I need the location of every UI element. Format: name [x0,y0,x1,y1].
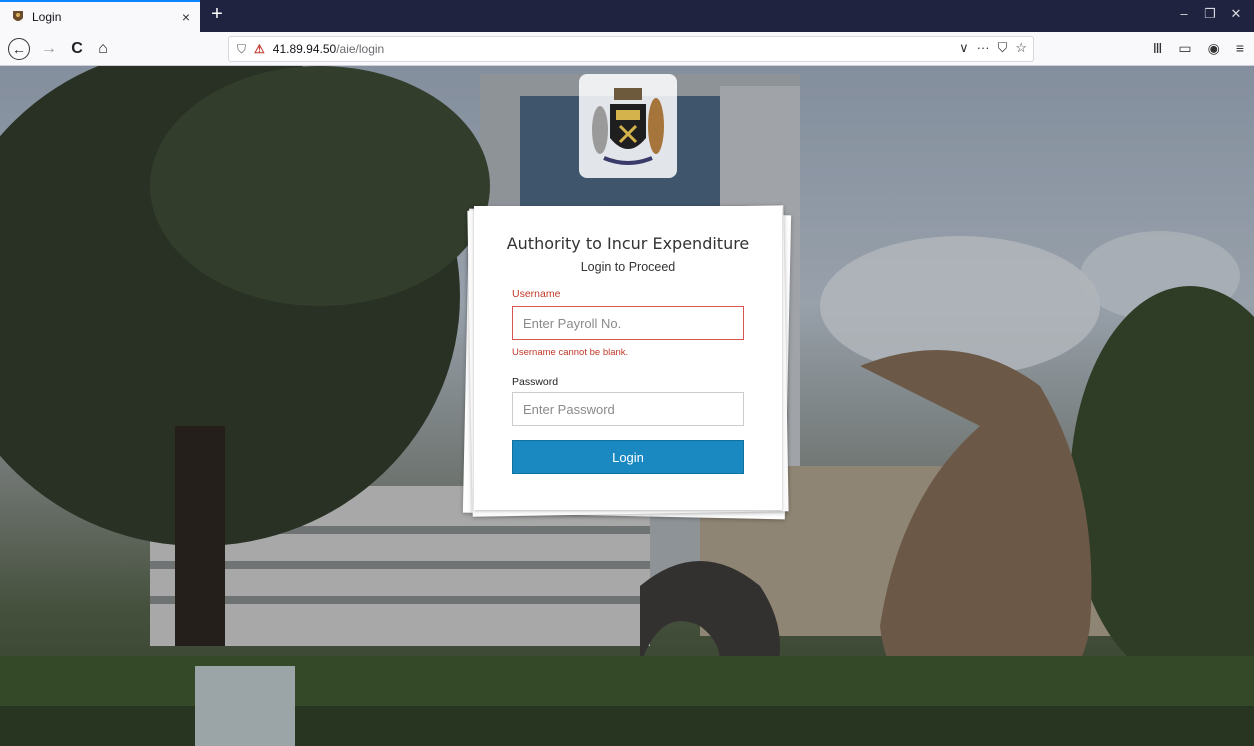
new-tab-icon[interactable]: + [205,3,229,26]
minimize-icon[interactable]: – [1174,6,1194,21]
more-actions-icon[interactable]: ··· [977,40,990,56]
restore-icon[interactable]: ❐ [1200,6,1220,22]
sidebar-icon[interactable]: ▭ [1178,40,1191,57]
forward-icon[interactable]: → [38,38,60,60]
url-path: /aie/login [336,42,385,56]
coat-of-arms-icon [592,88,664,165]
url-host: 41.89.94.50 [272,42,337,56]
insecure-lock-icon[interactable]: ⚠ [254,42,265,56]
dropdown-icon[interactable]: ∨ [959,40,969,56]
username-input[interactable] [512,306,744,340]
password-input[interactable] [512,392,744,426]
browser-tab[interactable]: Login × [0,0,200,32]
address-bar[interactable]: ⛉ ⚠ 41.89.94.50/aie/login ∨ ··· ⛉ ☆ [228,36,1034,62]
account-icon[interactable]: ◉ [1208,40,1220,57]
page-subtitle: Login to Proceed [580,260,676,274]
tab-title: Login [32,10,62,24]
username-label: Username [512,288,561,300]
close-tab-icon[interactable]: × [182,9,190,25]
username-error-message: Username cannot be blank. [512,347,629,358]
toolbar-right: Ⅲ ▭ ◉ ≡ [1153,40,1244,57]
back-icon[interactable]: ← [8,38,30,60]
library-icon[interactable]: Ⅲ [1153,40,1163,57]
window-close-icon[interactable]: ✕ [1226,6,1246,22]
shield-icon[interactable]: ⛉ [237,42,246,57]
login-button[interactable]: Login [512,440,744,474]
page-viewport: Authority to Incur Expenditure Login to … [0,66,1254,746]
navigation-toolbar: ← → C ⌂ ⛉ ⚠ 41.89.94.50/aie/login ∨ ··· … [0,32,1254,66]
home-icon[interactable]: ⌂ [92,38,114,60]
login-card: Authority to Incur Expenditure Login to … [474,206,782,510]
university-logo [579,74,677,178]
menu-icon[interactable]: ≡ [1236,40,1244,57]
bookmark-star-icon[interactable]: ☆ [1015,40,1027,56]
url-actions: ∨ ··· ⛉ ☆ [959,40,1027,56]
page-title: Authority to Incur Expenditure [506,234,750,253]
password-label: Password [512,376,559,388]
tab-bar: Login × + – ❐ ✕ [0,0,1254,32]
university-crest-icon [13,11,23,21]
reload-icon[interactable]: C [66,38,88,60]
pocket-icon[interactable]: ⛉ [998,40,1008,56]
